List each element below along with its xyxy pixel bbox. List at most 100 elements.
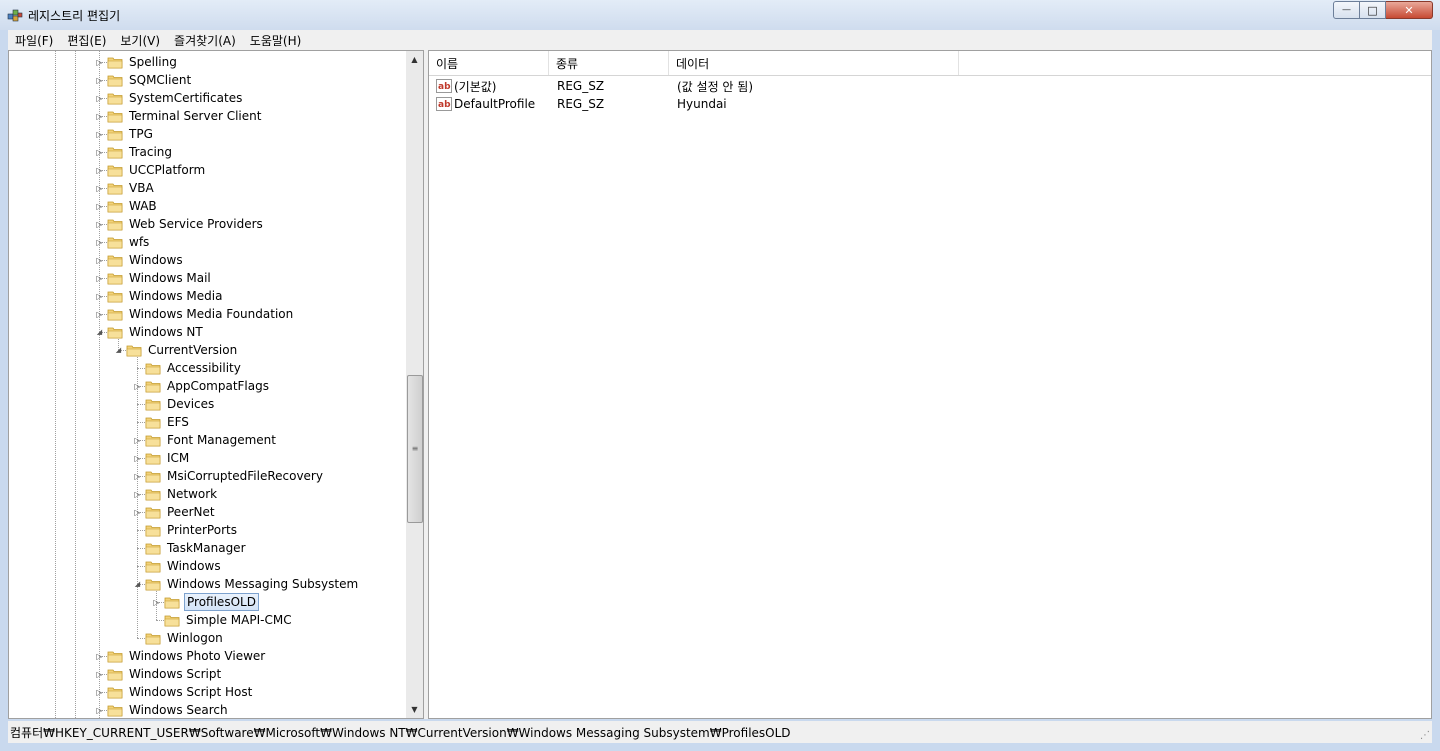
tree-item[interactable]: PrinterPorts [133, 521, 239, 539]
tree-item[interactable]: ▷ ProfilesOLD [152, 593, 259, 611]
tree-item[interactable]: ▷ Windows Script [95, 665, 223, 683]
title-bar[interactable]: 레지스트리 편집기 — □ ✕ [0, 0, 1440, 30]
expand-icon[interactable]: ▷ [133, 436, 142, 445]
close-button[interactable]: ✕ [1386, 1, 1433, 19]
column-header-name[interactable]: 이름 [429, 51, 549, 75]
maximize-button[interactable]: □ [1360, 1, 1386, 19]
expand-icon[interactable]: ▷ [95, 112, 104, 121]
collapse-icon[interactable]: ◢ [133, 580, 142, 589]
tree-item-label-selected: ProfilesOLD [184, 593, 259, 611]
expand-icon[interactable]: ▷ [95, 202, 104, 211]
tree-item[interactable]: Winlogon [133, 629, 225, 647]
expand-icon[interactable]: ▷ [152, 598, 161, 607]
tree-item[interactable]: ▷ Web Service Providers [95, 215, 265, 233]
tree-item[interactable]: ▷ Windows [95, 251, 185, 269]
collapse-icon[interactable]: ◢ [114, 346, 123, 355]
folder-icon [145, 507, 161, 519]
folder-icon [145, 489, 161, 501]
tree-item[interactable]: ▷ ICM [133, 449, 191, 467]
expand-icon[interactable]: ▷ [95, 58, 104, 67]
tree-item-label: Windows NT [129, 325, 203, 339]
expand-icon[interactable]: ▷ [95, 292, 104, 301]
menu-favorites[interactable]: 즐겨찾기(A) [167, 32, 243, 49]
tree-item[interactable]: ▷ VBA [95, 179, 156, 197]
expand-icon[interactable]: ▷ [133, 472, 142, 481]
tree-item[interactable]: ▷ Windows Media [95, 287, 224, 305]
tree-item-label: Windows Search [129, 703, 228, 717]
folder-icon [107, 255, 123, 267]
expand-icon[interactable]: ▷ [95, 166, 104, 175]
tree-item[interactable]: ▷ Font Management [133, 431, 278, 449]
tree-item-label: Network [167, 487, 218, 501]
expand-icon[interactable]: ▷ [95, 256, 104, 265]
tree-item[interactable]: ▷ wfs [95, 233, 151, 251]
expand-icon[interactable]: ▷ [133, 490, 142, 499]
expand-icon[interactable]: ▷ [95, 670, 104, 679]
menu-view[interactable]: 보기(V) [113, 32, 167, 49]
list-item[interactable]: ab DefaultProfile REG_SZ Hyundai [429, 95, 959, 113]
menu-file[interactable]: 파일(F) [8, 32, 60, 49]
tree-item[interactable]: ▷ AppCompatFlags [133, 377, 271, 395]
tree-item[interactable]: ▷ Windows Photo Viewer [95, 647, 267, 665]
tree-item[interactable]: ▷ UCCPlatform [95, 161, 207, 179]
tree-item-label: PrinterPorts [167, 523, 237, 537]
expand-icon[interactable]: ▷ [95, 76, 104, 85]
tree-scrollbar[interactable]: ▲ ≡ ▼ [406, 51, 423, 718]
values-list[interactable]: 이름 종류 데이터 ab (기본값) REG_SZ (값 설정 안 됨) ab … [428, 50, 1432, 719]
expand-icon[interactable]: ▷ [95, 130, 104, 139]
menu-help[interactable]: 도움말(H) [243, 32, 309, 49]
tree-item[interactable]: ▷ Windows Mail [95, 269, 213, 287]
column-header-type[interactable]: 종류 [549, 51, 669, 75]
tree-item[interactable]: ▷ PeerNet [133, 503, 217, 521]
tree-item[interactable]: Simple MAPI-CMC [152, 611, 294, 629]
tree-item[interactable]: ▷ SystemCertificates [95, 89, 244, 107]
tree-item[interactable]: Accessibility [133, 359, 243, 377]
expand-icon[interactable]: ▷ [95, 184, 104, 193]
tree-item[interactable]: ▷ Windows Media Foundation [95, 305, 295, 323]
tree-item[interactable]: Devices [133, 395, 216, 413]
size-grip-icon[interactable]: ⋰ [1420, 730, 1430, 741]
scroll-down-button[interactable]: ▼ [406, 701, 423, 718]
menu-edit[interactable]: 편집(E) [60, 32, 113, 49]
tree-item[interactable]: ▷ Windows Search [95, 701, 230, 718]
expand-icon[interactable]: ▷ [95, 652, 104, 661]
tree-item[interactable]: ▷ Spelling [95, 53, 179, 71]
scroll-thumb[interactable]: ≡ [407, 375, 423, 523]
tree-connector [133, 400, 142, 409]
tree-item[interactable]: Windows [133, 557, 223, 575]
tree-item-label: UCCPlatform [129, 163, 206, 177]
expand-icon[interactable]: ▷ [133, 382, 142, 391]
expand-icon[interactable]: ▷ [133, 454, 142, 463]
list-item[interactable]: ab (기본값) REG_SZ (값 설정 안 됨) [429, 77, 959, 95]
tree-item[interactable]: TaskManager [133, 539, 248, 557]
expand-icon[interactable]: ▷ [95, 238, 104, 247]
expand-icon[interactable]: ▷ [95, 706, 104, 715]
window-title: 레지스트리 편집기 [28, 9, 121, 23]
expand-icon[interactable]: ▷ [95, 220, 104, 229]
tree-item[interactable]: ◢ CurrentVersion [114, 341, 239, 359]
tree-item[interactable]: ◢ Windows Messaging Subsystem [133, 575, 360, 593]
tree-item[interactable]: ▷ TPG [95, 125, 155, 143]
collapse-icon[interactable]: ◢ [95, 328, 104, 337]
expand-icon[interactable]: ▷ [95, 310, 104, 319]
tree-item[interactable]: ▷ MsiCorruptedFileRecovery [133, 467, 325, 485]
expand-icon[interactable]: ▷ [95, 688, 104, 697]
tree-item[interactable]: ▷ WAB [95, 197, 159, 215]
tree-item[interactable]: ▷ Windows Script Host [95, 683, 254, 701]
registry-tree[interactable]: ▷ Spelling ▷ SQMClient ▷ SystemCertificates ▷ T… [8, 50, 424, 719]
tree-item[interactable]: ▷ SQMClient [95, 71, 193, 89]
column-header-data[interactable]: 데이터 [669, 51, 959, 75]
value-data: Hyundai [677, 97, 727, 111]
expand-icon[interactable]: ▷ [95, 148, 104, 157]
tree-item[interactable]: ▷ Terminal Server Client [95, 107, 263, 125]
tree-item[interactable]: ▷ Network [133, 485, 219, 503]
scroll-up-button[interactable]: ▲ [406, 51, 423, 68]
expand-icon[interactable]: ▷ [133, 508, 142, 517]
tree-item[interactable]: ▷ Tracing [95, 143, 174, 161]
tree-item[interactable]: EFS [133, 413, 191, 431]
folder-icon [145, 579, 161, 591]
tree-item[interactable]: ◢ Windows NT [95, 323, 205, 341]
minimize-button[interactable]: — [1333, 1, 1360, 19]
expand-icon[interactable]: ▷ [95, 94, 104, 103]
expand-icon[interactable]: ▷ [95, 274, 104, 283]
